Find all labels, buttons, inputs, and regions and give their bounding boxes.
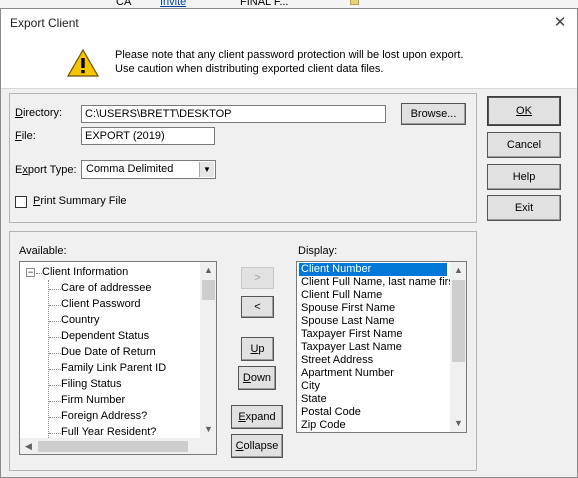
exit-button-label: Exit (514, 202, 534, 214)
scrollbar-corner (200, 438, 216, 454)
print-summary-label: Print Summary File (33, 195, 127, 207)
scroll-thumb[interactable] (452, 280, 465, 362)
scroll-thumb[interactable] (38, 441, 188, 452)
warning-icon (67, 49, 99, 77)
collapse-label: Collapse (235, 440, 279, 452)
display-list-item[interactable]: Postal Code (301, 406, 361, 418)
file-label: File: (15, 130, 36, 142)
help-button[interactable]: Help (487, 164, 561, 190)
scroll-up-icon[interactable]: ▲ (450, 262, 466, 279)
cancel-button-label: Cancel (506, 139, 542, 151)
title-bar: Export Client ✕ (1, 9, 577, 37)
remove-field-button[interactable]: < (241, 296, 274, 318)
ok-button-label: OK (516, 105, 532, 117)
display-list-item[interactable]: Street Address (301, 354, 373, 366)
move-up-label: Up (250, 343, 265, 355)
expand-label: Expand (238, 411, 276, 423)
move-down-label: Down (242, 372, 272, 384)
export-type-select[interactable]: Comma Delimited ▼ (81, 160, 216, 179)
add-field-label: > (254, 272, 261, 284)
export-type-label: Export Type: (15, 164, 77, 176)
exit-button[interactable]: Exit (487, 195, 561, 221)
warning-message-line-2: Use caution when distributing exported c… (115, 63, 384, 75)
scroll-down-icon[interactable]: ▼ (200, 421, 216, 438)
chevron-down-icon: ▼ (199, 162, 214, 177)
display-fields-list[interactable]: Client Number Client Full Name, last nam… (296, 261, 467, 433)
display-list-item[interactable]: Client Full Name (301, 289, 382, 301)
tree-item[interactable]: Care of addressee (61, 282, 152, 294)
directory-field[interactable]: C:\USERS\BRETT\DESKTOP (81, 105, 386, 123)
scroll-down-icon[interactable]: ▼ (450, 415, 466, 432)
background-cell: CA (116, 0, 132, 8)
background-cell: FINAL F... (240, 0, 289, 8)
directory-label: Directory: (15, 107, 63, 119)
folder-icon (350, 0, 359, 5)
display-label: Display: (298, 245, 338, 257)
available-horizontal-scrollbar[interactable]: ◀ (20, 438, 200, 454)
display-list-item[interactable]: State (301, 393, 327, 405)
display-vertical-scrollbar[interactable]: ▲ ▼ (450, 262, 466, 432)
display-list-item[interactable]: Client Full Name, last name first (301, 276, 457, 288)
expand-button[interactable]: Expand (231, 405, 283, 429)
scroll-up-icon[interactable]: ▲ (200, 262, 216, 279)
tree-item[interactable]: Firm Number (61, 394, 125, 406)
background-link[interactable]: Invite (160, 0, 186, 8)
available-fields-tree[interactable]: − Client Information Care of addressee C… (19, 261, 217, 455)
export-client-dialog: Export Client ✕ Please note that any cli… (0, 8, 578, 478)
available-label: Available: (19, 245, 67, 257)
tree-item[interactable]: Family Link Parent ID (61, 362, 166, 374)
warning-banner: Please note that any client password pro… (1, 37, 577, 89)
file-field[interactable]: EXPORT (2019) (81, 127, 215, 145)
tree-item[interactable]: Dependent Status (61, 330, 149, 342)
ok-button[interactable]: OK (487, 96, 561, 126)
cancel-button[interactable]: Cancel (487, 132, 561, 158)
display-list-item[interactable]: Taxpayer Last Name (301, 341, 402, 353)
display-list-item[interactable]: City (301, 380, 320, 392)
tree-item[interactable]: Full Year Resident? (61, 426, 156, 438)
tree-item[interactable]: Country (61, 314, 100, 326)
dialog-title: Export Client (10, 16, 79, 30)
print-summary-checkbox[interactable] (15, 196, 27, 208)
tree-item[interactable]: Filing Status (61, 378, 122, 390)
tree-item[interactable]: Due Date of Return (61, 346, 156, 358)
display-list-item[interactable]: Spouse Last Name (301, 315, 395, 327)
close-icon[interactable]: ✕ (550, 13, 570, 33)
display-list-item[interactable]: Taxpayer First Name (301, 328, 402, 340)
available-vertical-scrollbar[interactable]: ▲ ▼ (200, 262, 216, 438)
scroll-left-icon[interactable]: ◀ (20, 438, 37, 454)
browse-button[interactable]: Browse... (401, 103, 466, 125)
remove-field-label: < (254, 301, 261, 313)
display-list-item[interactable]: Spouse First Name (301, 302, 395, 314)
scroll-thumb[interactable] (202, 280, 215, 300)
display-list-item-selected[interactable]: Client Number (299, 263, 447, 276)
add-field-button[interactable]: > (241, 267, 274, 289)
move-up-button[interactable]: Up (241, 337, 274, 361)
collapse-button[interactable]: Collapse (231, 434, 283, 458)
tree-item[interactable]: Client Password (61, 298, 140, 310)
collapse-node-icon[interactable]: − (26, 268, 35, 277)
export-type-value: Comma Delimited (86, 163, 174, 175)
tree-item[interactable]: Foreign Address? (61, 410, 147, 422)
display-list-item[interactable]: Apartment Number (301, 367, 394, 379)
help-button-label: Help (512, 171, 536, 183)
warning-message-line-1: Please note that any client password pro… (115, 49, 464, 61)
move-down-button[interactable]: Down (238, 366, 276, 390)
tree-root-client-information[interactable]: Client Information (42, 266, 128, 278)
display-list-item[interactable]: Zip Code (301, 419, 346, 431)
